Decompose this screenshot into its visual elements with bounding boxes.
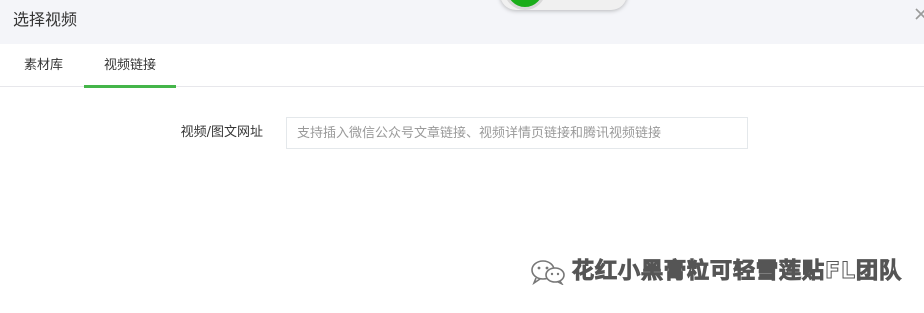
- tab-bar: 素材库 视频链接: [0, 44, 924, 88]
- overlay-toggle[interactable]: [500, 0, 627, 10]
- url-input[interactable]: [286, 117, 748, 149]
- overlay-toggle-knob: [504, 0, 546, 10]
- dialog-header: 选择视频: [0, 0, 924, 44]
- watermark-text: 花红小黑膏粒可轻雪莲贴FL团队: [571, 259, 903, 285]
- dialog-title: 选择视频: [13, 10, 78, 29]
- close-icon[interactable]: [914, 6, 924, 20]
- url-label: 视频/图文网址: [180, 125, 263, 140]
- wechat-icon: [530, 259, 566, 286]
- select-video-dialog: 选择视频 素材库 视频链接 视频/图文网址 支持插入微信公众号文章链接、视频详情…: [0, 0, 924, 313]
- tab-video-link[interactable]: 视频链接: [84, 44, 176, 88]
- url-form-row: 视频/图文网址: [0, 117, 924, 149]
- tab-library[interactable]: 素材库: [24, 44, 63, 87]
